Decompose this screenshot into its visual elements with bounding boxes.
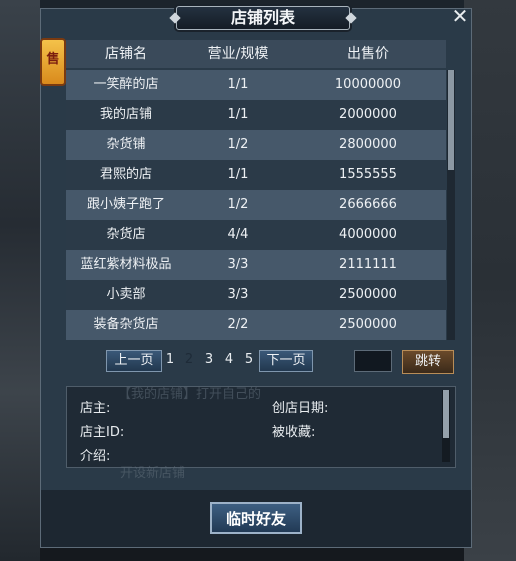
created-date-label: 创店日期:: [272, 401, 329, 416]
scale-cell: 1/1: [227, 167, 249, 182]
close-icon[interactable]: ✕: [450, 6, 470, 26]
scale-cell: 3/3: [227, 287, 249, 302]
table-scrollbar-thumb[interactable]: [448, 70, 454, 170]
favorited-label: 被收藏:: [272, 425, 316, 440]
column-header-scale[interactable]: 营业/规模: [186, 40, 290, 68]
table-row[interactable]: 跟小姨子跑了 1/2 2666666: [66, 190, 446, 220]
info-scrollbar-thumb[interactable]: [443, 390, 449, 438]
table-row[interactable]: 杂货店 4/4 4000000: [66, 220, 446, 250]
scale-cell: 4/4: [227, 227, 249, 242]
price-cell: 2500000: [339, 317, 397, 332]
price-cell: 2666666: [339, 197, 397, 212]
scale-cell: 1/1: [227, 107, 249, 122]
owner-label: 店主:: [80, 401, 111, 416]
column-header-price[interactable]: 出售价: [290, 40, 446, 68]
next-page-button[interactable]: 下一页: [259, 350, 313, 372]
scale-cell: 1/2: [227, 197, 249, 212]
background-hint-text: 【我的店铺】打开自己的: [118, 387, 262, 402]
intro-label: 介绍:: [80, 449, 111, 464]
page-number-input[interactable]: [354, 350, 392, 372]
background-bottom-strip: [40, 548, 464, 561]
column-header-shop-name[interactable]: 店铺名: [66, 40, 186, 68]
info-scrollbar[interactable]: [442, 390, 450, 462]
jump-button[interactable]: 跳转: [402, 350, 454, 374]
table-row[interactable]: 蓝红紫材料极品 3/3 2111111: [66, 250, 446, 280]
shop-name-cell: 杂货店: [106, 227, 146, 242]
table-row[interactable]: 杂货铺 1/2 2800000: [66, 130, 446, 160]
shop-name-cell: 杂货铺: [106, 137, 146, 152]
price-cell: 2111111: [339, 257, 397, 272]
table-row[interactable]: 装备杂货店 2/2 2500000: [66, 310, 446, 340]
price-cell: 2800000: [339, 137, 397, 152]
price-cell: 2500000: [339, 287, 397, 302]
price-cell: 1555555: [339, 167, 397, 182]
table-row[interactable]: 小卖部 3/3 2500000: [66, 280, 446, 310]
pagination: 上一页 1 2 3 4 5 下一页 跳转: [0, 350, 516, 374]
owner-id-label: 店主ID:: [80, 425, 125, 440]
shop-name-cell: 装备杂货店: [93, 317, 159, 332]
page-1-link[interactable]: 1: [163, 350, 177, 370]
background-left-scenery: [0, 0, 40, 561]
scale-cell: 1/1: [227, 77, 249, 92]
table-row[interactable]: 一笑醉的店 1/1 10000000: [66, 70, 446, 100]
scale-cell: 1/2: [227, 137, 249, 152]
shop-name-cell: 君熙的店: [99, 167, 152, 182]
shop-name-cell: 我的店铺: [99, 107, 152, 122]
table-row[interactable]: 君熙的店 1/1 1555555: [66, 160, 446, 190]
scale-cell: 2/2: [227, 317, 249, 332]
page-2-link[interactable]: 2: [182, 350, 196, 370]
table-scrollbar[interactable]: [447, 70, 455, 340]
page-4-link[interactable]: 4: [222, 350, 236, 370]
page-3-link[interactable]: 3: [202, 350, 216, 370]
table-row[interactable]: 我的店铺 1/1 2000000: [66, 100, 446, 130]
lantern-icon: 售: [40, 38, 66, 86]
prev-page-button[interactable]: 上一页: [106, 350, 162, 372]
scale-cell: 3/3: [227, 257, 249, 272]
shop-name-cell: 小卖部: [106, 287, 146, 302]
price-cell: 2000000: [339, 107, 397, 122]
shop-table-body: 一笑醉的店 1/1 10000000 我的店铺 1/1 2000000 杂货铺 1/2 28…: [66, 70, 446, 340]
temp-friend-button[interactable]: 临时好友: [210, 502, 302, 534]
shop-name-cell: 蓝红紫材料极品: [80, 257, 172, 272]
price-cell: 10000000: [334, 77, 402, 92]
price-cell: 4000000: [339, 227, 397, 242]
page-5-link[interactable]: 5: [242, 350, 256, 370]
shop-name-cell: 一笑醉的店: [93, 77, 159, 92]
background-hint-text-2: 开设新店铺: [120, 466, 186, 481]
table-header: 店铺名 营业/规模 出售价: [66, 40, 446, 68]
window-title: 店铺列表: [176, 6, 350, 30]
shop-name-cell: 跟小姨子跑了: [86, 197, 165, 212]
